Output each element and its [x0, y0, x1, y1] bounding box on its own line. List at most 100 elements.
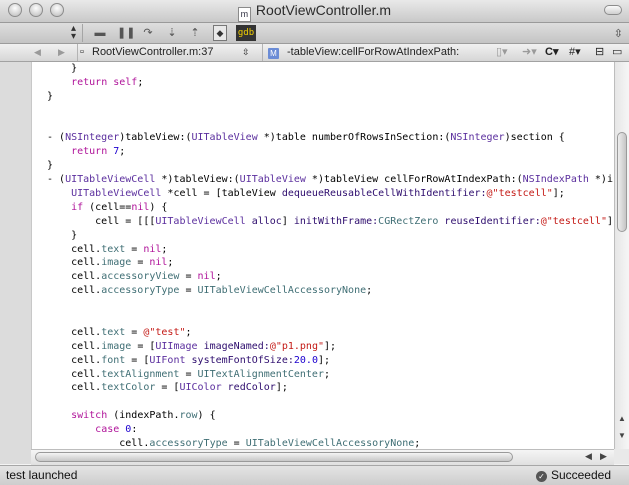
- code-line[interactable]: case 0:: [47, 423, 613, 437]
- code-token: NSInteger: [65, 132, 120, 144]
- code-line[interactable]: }: [47, 229, 613, 243]
- code-token: textAlignment: [101, 368, 180, 380]
- bookmarks-icon[interactable]: ▯▾: [496, 45, 508, 60]
- code-line[interactable]: if (cell==nil) {: [47, 201, 613, 215]
- code-token: imageNamed:: [203, 340, 270, 352]
- code-token: ;: [414, 438, 421, 449]
- build-status[interactable]: ✓ Succeeded: [535, 468, 611, 482]
- forward-button[interactable]: ▶: [58, 45, 65, 60]
- code-token: switch: [71, 410, 108, 422]
- resize-corner: [614, 449, 629, 464]
- code-token: *cell = [tableView: [161, 188, 282, 200]
- code-token: ;: [366, 285, 373, 297]
- code-token: cell.: [47, 257, 102, 269]
- code-line[interactable]: [47, 104, 613, 118]
- code-line[interactable]: - (NSInteger)tableView:(UITableView *)ta…: [47, 131, 613, 145]
- horizontal-scrollbar[interactable]: ◀ ▶: [31, 449, 614, 465]
- step-over-icon[interactable]: ▬: [92, 25, 108, 41]
- code-token: ;: [161, 243, 168, 255]
- window-title: m RootViewController.m: [0, 2, 629, 22]
- method-popup[interactable]: M -tableView:cellForRowAtIndexPath:: [268, 45, 459, 60]
- code-line[interactable]: [47, 395, 613, 409]
- code-line[interactable]: }: [47, 62, 613, 76]
- code-token: cell.: [47, 438, 150, 449]
- scroll-right-arrow-icon[interactable]: ▶: [600, 451, 607, 462]
- code-token: ];: [324, 340, 337, 352]
- vertical-scrollbar[interactable]: ▲ ▼: [614, 62, 629, 449]
- code-token: ;: [167, 257, 174, 269]
- build-status-icon: ✓: [535, 471, 547, 482]
- code-token: *)tableView:(: [155, 174, 240, 186]
- breakpoints-icon[interactable]: ◆: [213, 25, 227, 41]
- code-token: UITableViewCell: [155, 215, 246, 227]
- step-into-icon[interactable]: ⇣: [164, 25, 180, 41]
- includes-button[interactable]: #▾: [569, 45, 581, 60]
- code-token: ;: [323, 368, 330, 380]
- code-line[interactable]: cell.image = nil;: [47, 256, 613, 270]
- code-token: ;: [119, 146, 126, 158]
- split-editor-icon[interactable]: ▭: [612, 45, 622, 60]
- code-line[interactable]: [47, 312, 613, 326]
- method-name: -tableView:cellForRowAtIndexPath:: [287, 46, 460, 58]
- code-line[interactable]: }: [47, 159, 613, 173]
- code-token: nil: [149, 257, 168, 269]
- code-token: =: [179, 271, 198, 283]
- code-line[interactable]: cell.text = nil;: [47, 243, 613, 257]
- code-line[interactable]: cell.textAlignment = UITextAlignmentCent…: [47, 368, 613, 382]
- code-line[interactable]: cell.accessoryType = UITableViewCellAcce…: [47, 284, 613, 298]
- thread-selector[interactable]: ▴ ▾: [0, 24, 83, 42]
- vertical-scroll-thumb[interactable]: [617, 132, 627, 232]
- code-line[interactable]: return self;: [47, 76, 613, 90]
- gdb-console-button[interactable]: gdb: [236, 25, 256, 41]
- code-token: accessoryType: [101, 285, 180, 297]
- code-token: nil: [131, 201, 150, 213]
- breakpoints-menu-icon[interactable]: ➜▾: [522, 45, 537, 60]
- scroll-up-arrow-icon[interactable]: ▲: [618, 414, 626, 423]
- code-token: cell.: [47, 340, 102, 352]
- code-line[interactable]: - (UITableViewCell *)tableView:(UITableV…: [47, 173, 613, 187]
- code-line[interactable]: cell.image = [UIImage imageNamed:@"p1.pn…: [47, 340, 613, 354]
- pause-icon[interactable]: ❚❚: [117, 25, 135, 41]
- code-line[interactable]: return 7;: [47, 145, 613, 159]
- lock-icon[interactable]: ⊟: [595, 45, 604, 60]
- code-line[interactable]: [47, 298, 613, 312]
- code-token: =: [227, 438, 246, 449]
- code-line[interactable]: cell.accessoryView = nil;: [47, 270, 613, 284]
- toolbar-toggle-button[interactable]: [604, 5, 622, 15]
- code-token: return: [71, 146, 108, 158]
- code-line[interactable]: }: [47, 90, 613, 104]
- line-gutter[interactable]: [0, 62, 32, 449]
- continue-icon[interactable]: ↷: [140, 25, 156, 41]
- file-history-popup[interactable]: RootViewController.m:37: [92, 45, 213, 60]
- code-editor[interactable]: } return self;} - (NSInteger)tableView:(U…: [0, 62, 614, 449]
- code-line[interactable]: cell = [[[UITableViewCell alloc] initWit…: [47, 215, 613, 229]
- horizontal-scroll-thumb[interactable]: [35, 452, 513, 462]
- code-line[interactable]: UITableViewCell *cell = [tableView deque…: [47, 187, 613, 201]
- code-line[interactable]: cell.accessoryType = UITableViewCellAcce…: [47, 437, 613, 449]
- code-token: ]: [281, 215, 294, 227]
- source-code[interactable]: } return self;} - (NSInteger)tableView:(U…: [47, 62, 613, 449]
- code-token: nil: [197, 271, 216, 283]
- code-token: text: [101, 326, 126, 338]
- code-token: UITableView: [239, 174, 306, 186]
- back-button[interactable]: ◀: [34, 45, 41, 60]
- step-out-icon[interactable]: ⇡: [187, 25, 203, 41]
- scroll-left-arrow-icon[interactable]: ◀: [585, 451, 592, 462]
- code-line[interactable]: cell.textColor = [UIColor redColor];: [47, 381, 613, 395]
- code-line[interactable]: switch (indexPath.row) {: [47, 409, 613, 423]
- chevron-updown-icon: ▴ ▾: [70, 23, 76, 42]
- code-line[interactable]: cell.font = [UIFont systemFontOfSize:20.…: [47, 354, 613, 368]
- code-token: *)tableView cellForRowAtIndexPath:(: [305, 174, 523, 186]
- code-line[interactable]: cell.text = @"test";: [47, 326, 613, 340]
- includes-label: #: [569, 46, 576, 58]
- code-token: ;: [185, 326, 192, 338]
- scroll-down-arrow-icon[interactable]: ▼: [618, 431, 626, 440]
- code-line[interactable]: [47, 118, 613, 132]
- chevron-updown-icon[interactable]: ⇳: [614, 27, 623, 40]
- chevron-updown-icon: ⇳: [242, 47, 250, 57]
- counterpart-button[interactable]: C▾: [545, 45, 558, 60]
- code-token: case: [95, 424, 120, 436]
